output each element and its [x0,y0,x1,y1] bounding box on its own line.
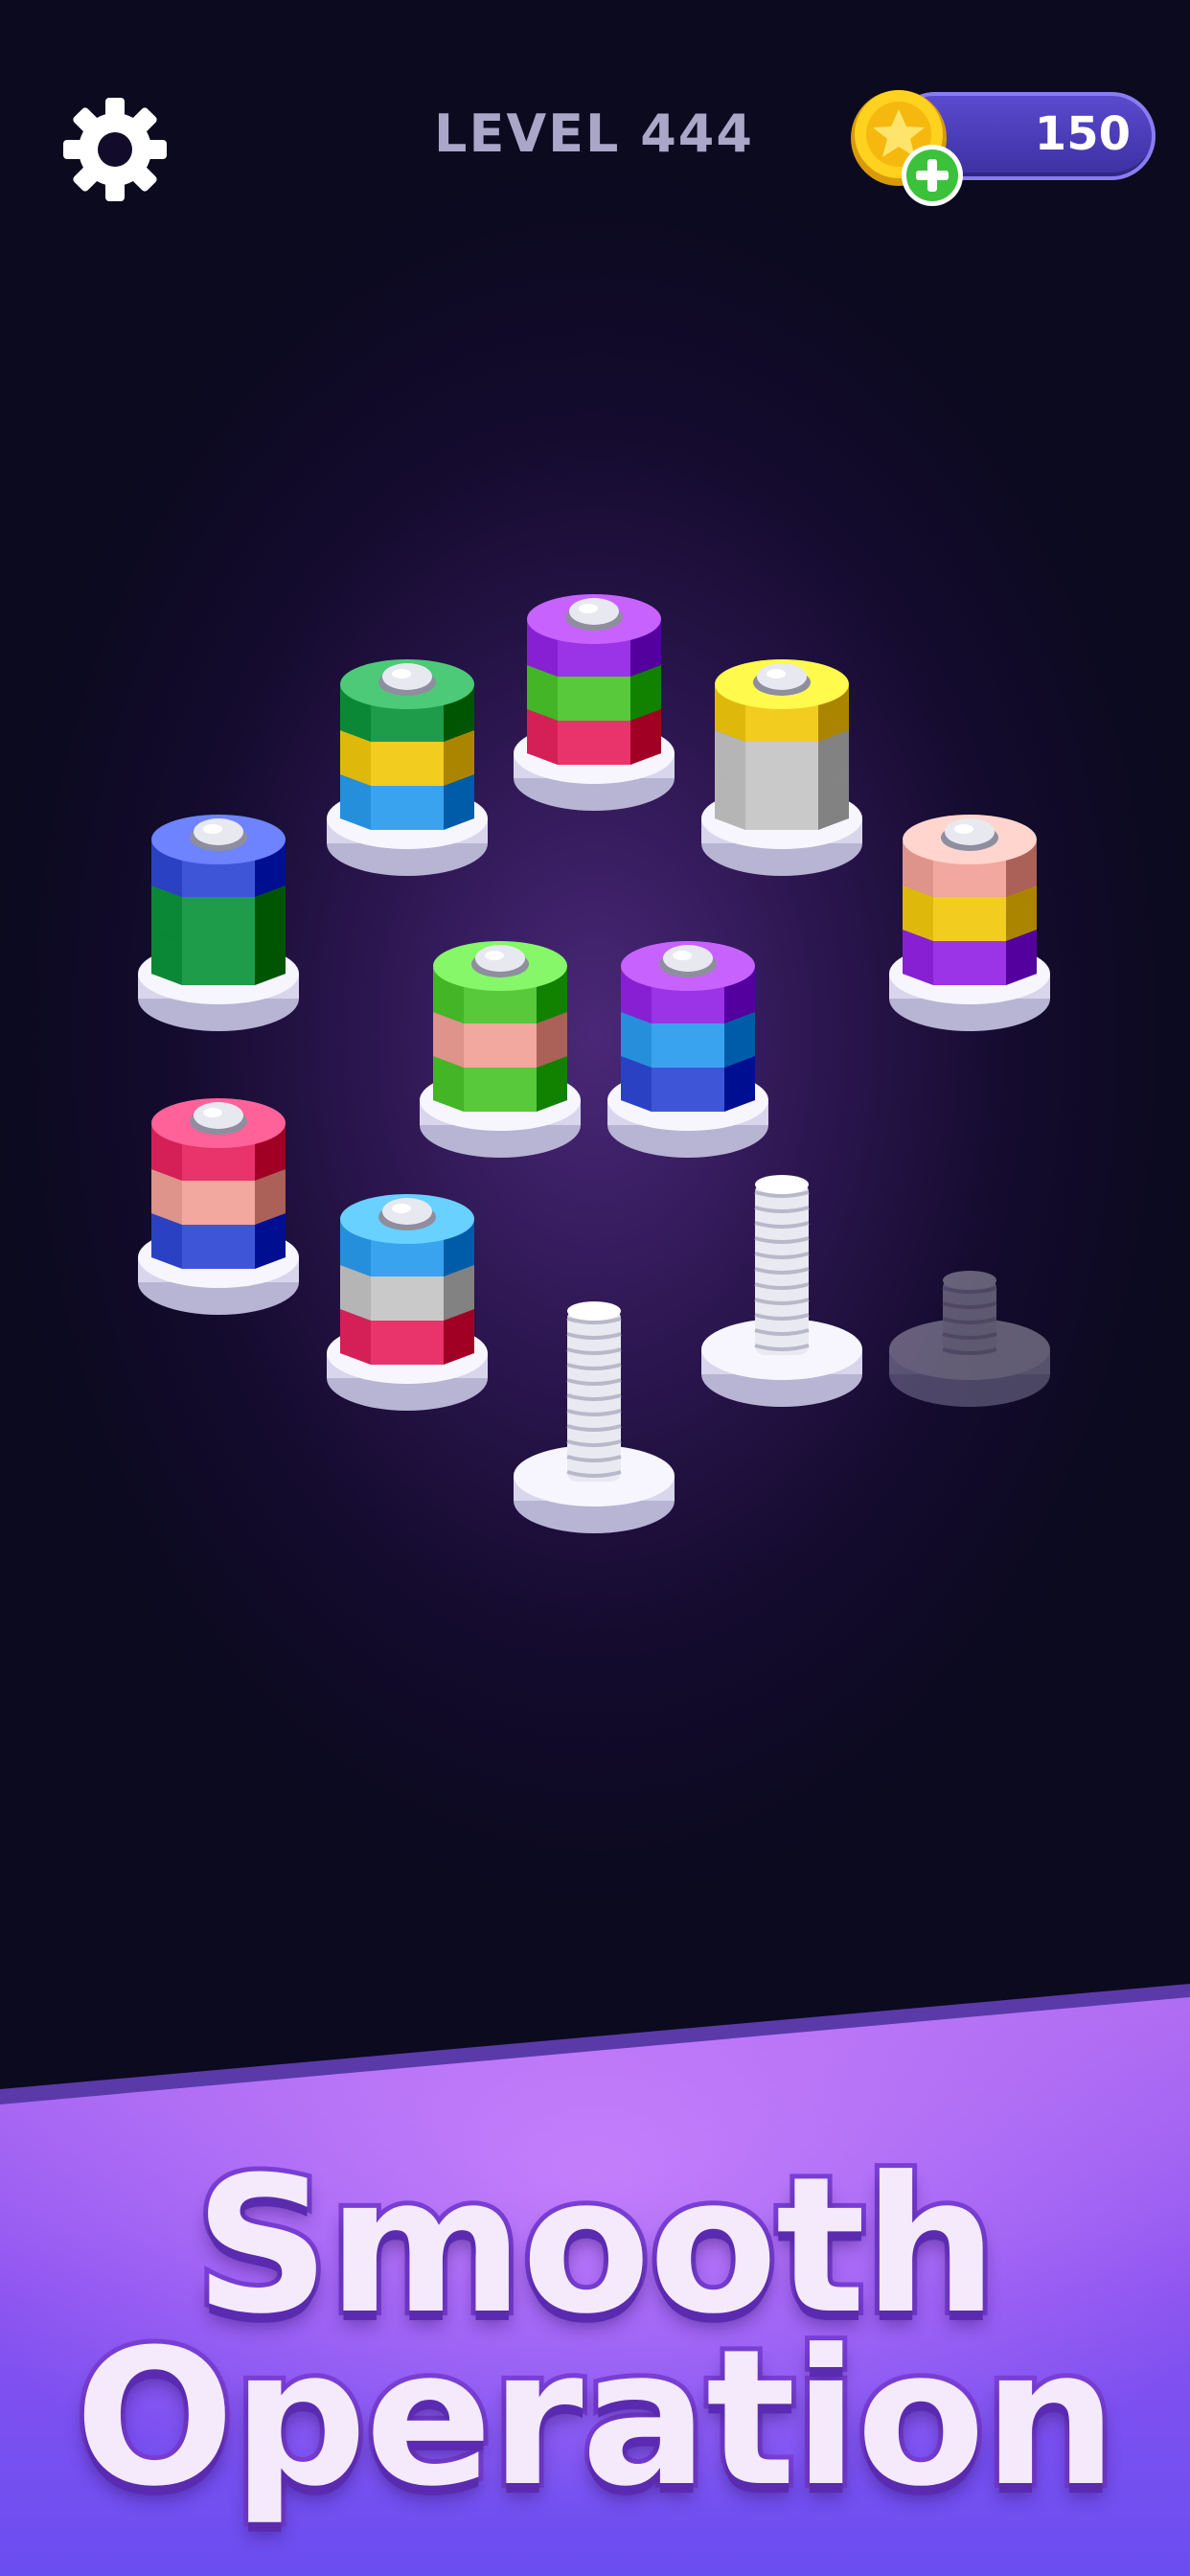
nut-#f2a79f [903,815,1037,897]
add-coins-button[interactable] [901,144,964,207]
bolt-11[interactable] [696,943,868,1422]
bolt-8[interactable] [132,851,305,1330]
nut-#e8336b [151,1098,286,1181]
bolt-screw [942,1271,997,1355]
level-label: LEVEL 444 [434,104,754,164]
gear-icon [63,98,167,201]
bolt-10[interactable] [508,1070,680,1549]
bolt-9[interactable] [321,947,493,1426]
coin-count: 150 [1034,107,1131,161]
banner-title-line2: Operation [70,2305,1122,2533]
bolt-12-locked[interactable] [883,943,1056,1422]
nut-#3aa3ef [340,1194,474,1276]
game-screen: LEVEL 444 150 Smooth Operation [0,0,1190,2576]
settings-button[interactable] [57,92,172,207]
bolt-screw [754,1175,810,1355]
nut-#9a34e6 [527,594,661,677]
bolt-screw [566,1301,622,1482]
